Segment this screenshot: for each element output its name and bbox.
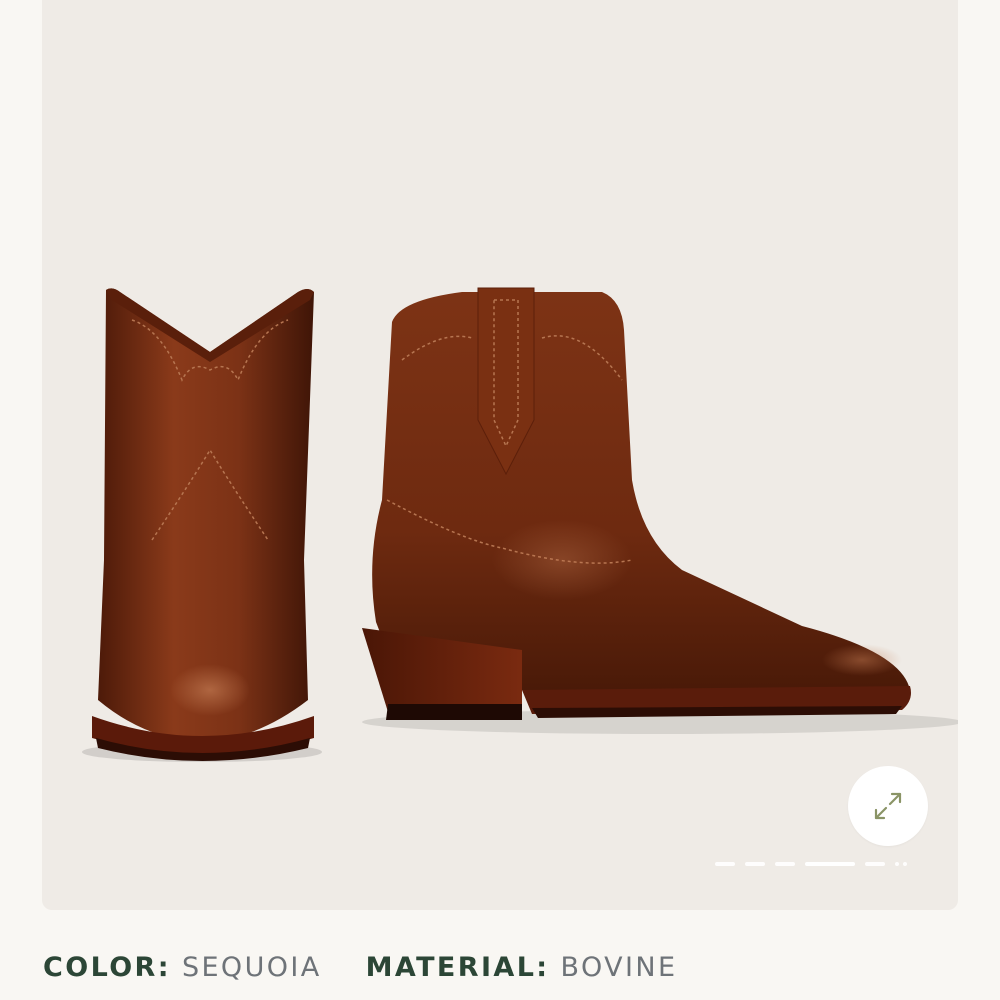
material-value: BOVINE [560,952,678,983]
expand-arrows-icon [874,792,902,820]
slide-dot[interactable] [715,862,735,866]
boot-front-view [82,288,322,762]
material-label: MATERIAL: [365,952,550,983]
expand-image-button[interactable] [848,766,928,846]
slide-dot[interactable] [903,862,907,866]
product-attributes: COLOR: SEQUOIA MATERIAL: BOVINE [43,952,721,983]
product-image[interactable] [42,0,958,910]
slide-dot-active[interactable] [805,862,855,866]
product-gallery[interactable] [42,0,958,910]
slide-indicator [715,862,911,866]
color-value: SEQUOIA [181,952,322,983]
slide-dot[interactable] [745,862,765,866]
material-attribute: MATERIAL: BOVINE [366,952,678,983]
color-label: COLOR: [43,952,171,983]
slide-dot[interactable] [895,862,899,866]
boot-side-view [362,287,958,734]
slide-dot[interactable] [865,862,885,866]
color-attribute: COLOR: SEQUOIA [43,952,322,983]
slide-dot[interactable] [775,862,795,866]
